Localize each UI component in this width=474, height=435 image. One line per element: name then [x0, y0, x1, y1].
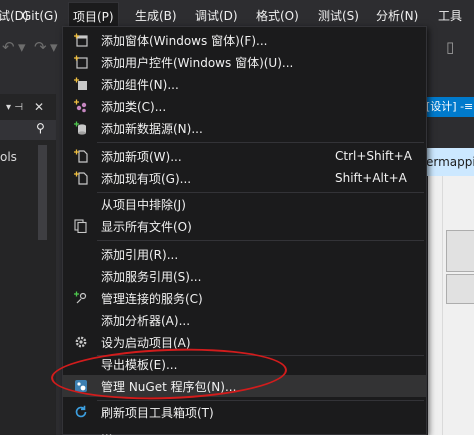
- chevron-down-icon[interactable]: ▾: [18, 38, 26, 56]
- menu-item-add-analyzer[interactable]: 添加分析器(A)...: [63, 309, 426, 331]
- menu-item-refresh-toolbox[interactable]: 刷新项目工具箱项(T): [63, 401, 426, 423]
- menu-item-label: 添加窗体(Windows 窗体)(F)...: [101, 33, 268, 48]
- menu-item-label: 添加分析器(A)...: [101, 313, 191, 328]
- menu-item-add-existing-item[interactable]: 添加现有项(G)... Shift+Alt+A: [63, 167, 426, 189]
- toolbox-panel: [0, 94, 56, 435]
- add-existing-item-icon: [73, 170, 89, 186]
- add-class-icon: [73, 98, 89, 114]
- add-data-source-icon: [73, 120, 89, 136]
- redo-icon[interactable]: ↷: [34, 38, 47, 56]
- menu-item-label: 添加用户控件(Windows 窗体)(U)...: [101, 55, 294, 70]
- toolbox-panel-header: ▾ ⊣ ✕: [0, 96, 56, 118]
- menu-item-shortcut: Ctrl+Shift+A: [335, 149, 412, 163]
- menu-item-add-new-item[interactable]: 添加新项(W)... Ctrl+Shift+A: [63, 145, 426, 167]
- undo-icon[interactable]: ↶: [2, 38, 15, 56]
- pin-icon[interactable]: ▾ ⊣: [6, 102, 23, 113]
- tab-design-label: [设计] -≡: [426, 100, 474, 113]
- add-component-icon: [73, 76, 89, 92]
- menu-separator: [97, 142, 424, 143]
- menu-item-cutoff[interactable]: ...: [63, 425, 426, 435]
- divider: [442, 176, 443, 435]
- menu-item-export-template[interactable]: 导出模板(E)...: [63, 353, 426, 375]
- connected-services-icon: [73, 290, 89, 306]
- menu-item-add-data-source[interactable]: 添加新数据源(N)...: [63, 117, 426, 139]
- search-icon: ⚲: [36, 121, 45, 135]
- menu-item-add-component[interactable]: 添加组件(N)...: [63, 73, 426, 95]
- menu-item-set-startup-project[interactable]: 设为启动项目(A): [63, 331, 426, 353]
- menu-item-add-reference[interactable]: 添加引用(R)...: [63, 243, 426, 265]
- menu-item-label: 添加新项(W)...: [101, 149, 182, 164]
- menu-item-label: 添加引用(R)...: [101, 247, 179, 262]
- close-icon[interactable]: ✕: [34, 100, 44, 114]
- menu-item-label: 添加组件(N)...: [101, 77, 179, 92]
- scrollbar[interactable]: [38, 145, 47, 240]
- tab-design[interactable]: [设计] -≡: [426, 97, 474, 117]
- tab-mapping-label: ermappi: [426, 155, 474, 169]
- menu-item-connected-services[interactable]: 管理连接的服务(C): [63, 287, 426, 309]
- menu-tools[interactable]: 工具: [434, 2, 466, 30]
- menu-item-add-class[interactable]: 添加类(C)...: [63, 95, 426, 117]
- menu-git[interactable]: Git(G): [18, 2, 62, 30]
- menu-item-label: 刷新项目工具箱项(T): [101, 405, 214, 420]
- menu-item-label: 导出模板(E)...: [101, 357, 178, 372]
- menu-item-label: 管理 NuGet 程序包(N)...: [101, 379, 237, 394]
- menu-item-label: 显示所有文件(O): [101, 219, 192, 234]
- gear-icon: [73, 334, 89, 350]
- menu-item-label: 添加服务引用(S)...: [101, 269, 202, 284]
- menu-item-exclude-from-project[interactable]: 从项目中排除(J): [63, 193, 426, 215]
- add-form-icon: [73, 32, 89, 48]
- refresh-icon: [73, 404, 89, 420]
- menu-item-manage-nuget-packages[interactable]: 管理 NuGet 程序包(N)...: [63, 375, 426, 397]
- toolbox-search-input[interactable]: ⚲: [0, 120, 56, 140]
- show-all-files-icon: [73, 218, 89, 234]
- menu-separator: [97, 240, 424, 241]
- toolbox-item-label: ols: [0, 150, 17, 164]
- add-new-item-icon: [73, 148, 89, 164]
- form-control[interactable]: [446, 274, 474, 304]
- menu-item-shortcut: Shift+Alt+A: [335, 171, 407, 185]
- menu-item-add-user-control[interactable]: 添加用户控件(Windows 窗体)(U)...: [63, 51, 426, 73]
- menu-item-add-form[interactable]: 添加窗体(Windows 窗体)(F)...: [63, 29, 426, 51]
- menu-item-add-service-reference[interactable]: 添加服务引用(S)...: [63, 265, 426, 287]
- project-menu-dropdown: 添加窗体(Windows 窗体)(F)... 添加用户控件(Windows 窗体…: [62, 26, 427, 435]
- form-designer-surface[interactable]: [428, 176, 474, 435]
- add-user-control-icon: [73, 54, 89, 70]
- menu-item-show-all-files[interactable]: 显示所有文件(O): [63, 215, 426, 237]
- menu-item-label: 管理连接的服务(C): [101, 291, 203, 306]
- toolbar-icon[interactable]: ▯: [446, 38, 454, 56]
- nuget-icon: [73, 378, 89, 394]
- menu-item-label: 添加类(C)...: [101, 99, 167, 114]
- form-control[interactable]: [446, 230, 474, 272]
- menu-item-label: 添加现有项(G)...: [101, 171, 192, 186]
- menu-item-label: 从项目中排除(J): [101, 197, 186, 212]
- menu-item-label: 设为启动项目(A): [101, 335, 191, 350]
- chevron-down-icon[interactable]: ▾: [50, 38, 58, 56]
- menu-item-label: 添加新数据源(N)...: [101, 121, 203, 136]
- tab-mapping[interactable]: ermappi: [426, 148, 474, 176]
- menu-item-label: ...: [101, 425, 113, 435]
